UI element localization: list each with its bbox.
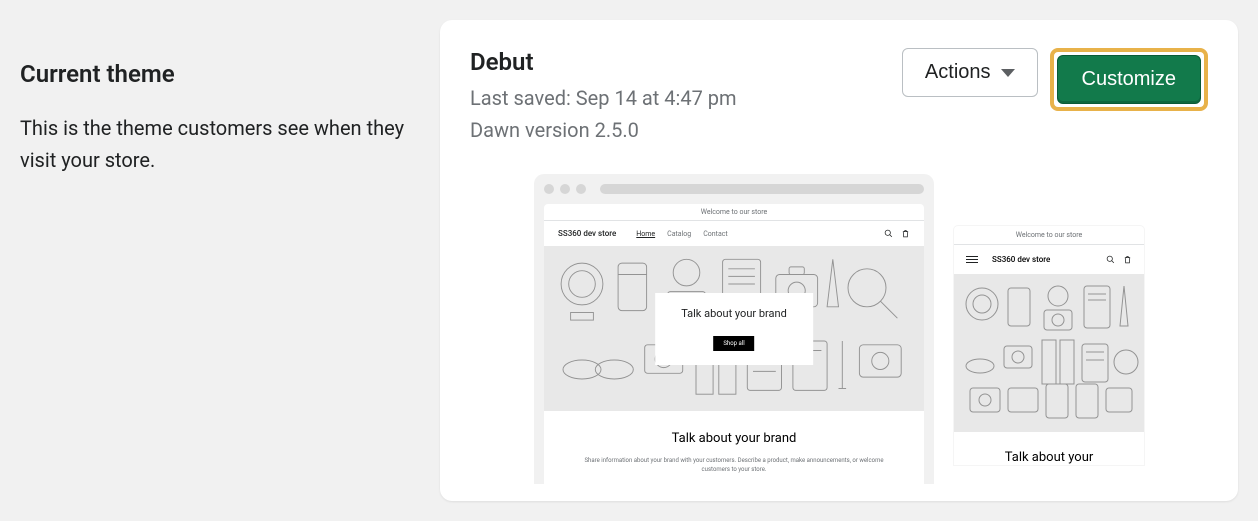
bag-icon bbox=[901, 229, 910, 238]
customize-highlight: Customize bbox=[1050, 48, 1208, 111]
mobile-section: Talk about your bbox=[954, 432, 1144, 465]
customize-button[interactable]: Customize bbox=[1057, 55, 1201, 104]
theme-last-saved: Last saved: Sep 14 at 4:47 pm bbox=[470, 82, 737, 114]
mobile-store-name: SS360 dev store bbox=[992, 255, 1050, 264]
mobile-hero bbox=[954, 274, 1144, 432]
preview-store-name: SS360 dev store bbox=[558, 229, 616, 238]
brand-section: Talk about your brand Share information … bbox=[544, 411, 924, 484]
current-theme-sidebar: Current theme This is the theme customer… bbox=[20, 20, 440, 501]
sidebar-heading: Current theme bbox=[20, 60, 440, 88]
window-dot-icon bbox=[576, 184, 586, 194]
nav-icons bbox=[884, 229, 910, 238]
mobile-nav-icons bbox=[1106, 255, 1132, 264]
theme-info: Debut Last saved: Sep 14 at 4:47 pm Dawn… bbox=[470, 48, 737, 146]
hero-title: Talk about your brand bbox=[681, 307, 787, 320]
hero-overlay-card: Talk about your brand Shop all bbox=[655, 293, 813, 365]
nav-contact: Contact bbox=[703, 230, 727, 238]
nav-home: Home bbox=[636, 230, 655, 238]
menu-icon bbox=[966, 256, 978, 263]
caret-down-icon bbox=[1001, 69, 1015, 77]
search-icon bbox=[884, 229, 893, 238]
theme-previews: Welcome to our store SS360 dev store Hom… bbox=[470, 174, 1208, 484]
sidebar-description: This is the theme customers see when the… bbox=[20, 112, 440, 176]
theme-buttons: Actions Customize bbox=[902, 48, 1208, 111]
window-dot-icon bbox=[560, 184, 570, 194]
theme-card: Debut Last saved: Sep 14 at 4:47 pm Dawn… bbox=[440, 20, 1238, 501]
bag-icon bbox=[1123, 255, 1132, 264]
nav-catalog: Catalog bbox=[667, 230, 691, 238]
search-icon bbox=[1106, 255, 1115, 264]
site-banner: Welcome to our store bbox=[544, 204, 924, 221]
mobile-banner: Welcome to our store bbox=[954, 226, 1144, 245]
mobile-section-title: Talk about your bbox=[966, 450, 1132, 465]
theme-header: Debut Last saved: Sep 14 at 4:47 pm Dawn… bbox=[470, 48, 1208, 146]
theme-name: Debut bbox=[470, 48, 737, 76]
desktop-preview: Welcome to our store SS360 dev store Hom… bbox=[534, 174, 934, 484]
mobile-preview: Welcome to our store SS360 dev store bbox=[954, 226, 1144, 465]
site-nav: SS360 dev store Home Catalog Contact bbox=[544, 221, 924, 246]
site-preview: Welcome to our store SS360 dev store Hom… bbox=[544, 204, 924, 484]
actions-label: Actions bbox=[925, 61, 991, 84]
browser-chrome bbox=[544, 184, 924, 194]
section-body: Share information about your brand with … bbox=[574, 456, 894, 474]
mobile-nav: SS360 dev store bbox=[954, 245, 1144, 274]
hero-section: Talk about your brand Shop all bbox=[544, 246, 924, 411]
address-bar bbox=[600, 184, 924, 194]
hero-cta: Shop all bbox=[713, 336, 754, 351]
hero-illustration bbox=[954, 274, 1144, 432]
theme-version: Dawn version 2.5.0 bbox=[470, 114, 737, 146]
section-title: Talk about your brand bbox=[574, 431, 894, 446]
nav-links: Home Catalog Contact bbox=[636, 230, 727, 238]
actions-button[interactable]: Actions bbox=[902, 48, 1038, 97]
window-dot-icon bbox=[544, 184, 554, 194]
